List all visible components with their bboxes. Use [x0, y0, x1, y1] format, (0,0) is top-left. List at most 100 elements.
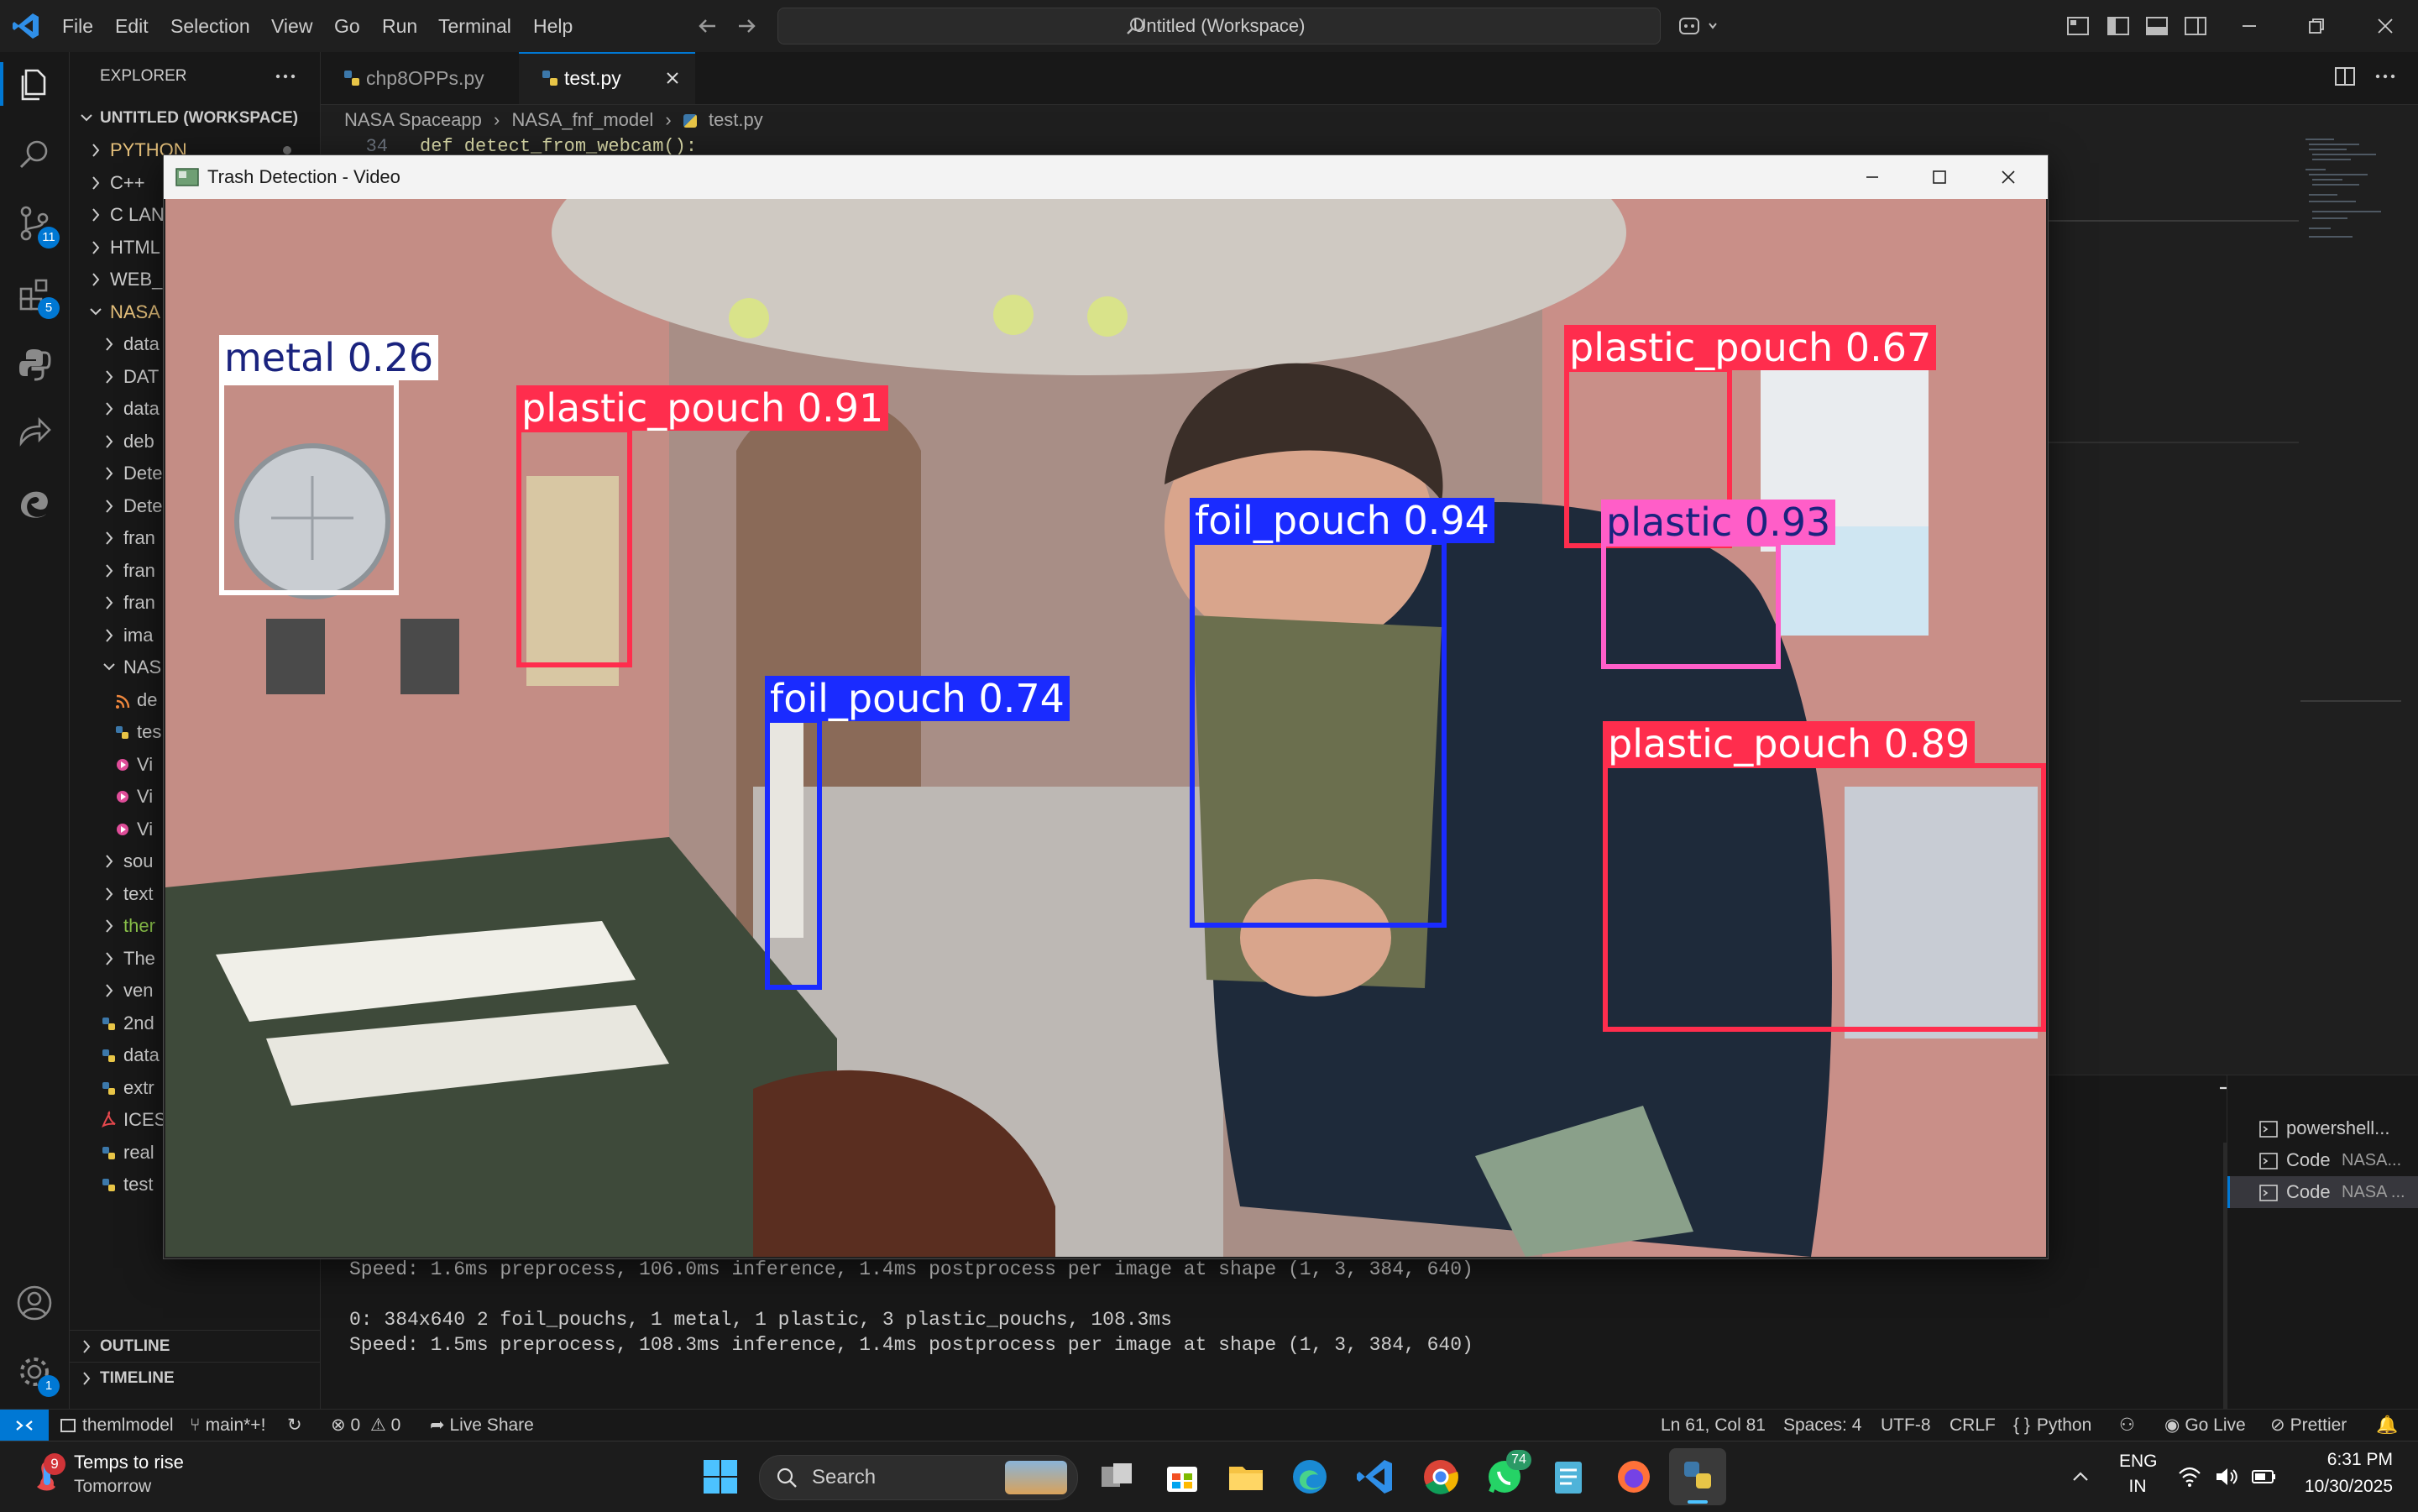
braces-icon: { } — [2013, 1415, 2030, 1435]
menu-terminal[interactable]: Terminal — [438, 0, 511, 52]
copilot-status-icon[interactable]: ⚇ — [2119, 1410, 2135, 1441]
menu-view[interactable]: View — [271, 0, 312, 52]
live-share-icon[interactable] — [14, 413, 55, 453]
restore-icon[interactable] — [2304, 13, 2329, 39]
input-language[interactable]: ENG — [2119, 1452, 2158, 1472]
minimize-icon[interactable] — [1860, 165, 1885, 190]
file-explorer-icon[interactable] — [1224, 1455, 1268, 1499]
split-editor-icon[interactable] — [2332, 64, 2358, 89]
layout-customize-icon[interactable] — [2065, 13, 2091, 39]
breadcrumb-item[interactable]: test.py — [709, 109, 763, 130]
firefox-icon[interactable] — [1612, 1455, 1656, 1499]
edge-devtools-icon[interactable] — [14, 484, 55, 524]
maximize-icon[interactable] — [1927, 165, 1952, 190]
chevron-right-icon — [78, 1363, 95, 1394]
source-control-icon[interactable]: 11 — [14, 203, 60, 249]
menu-run[interactable]: Run — [382, 0, 417, 52]
language-mode[interactable]: { } Python — [2013, 1410, 2091, 1441]
battery-icon[interactable] — [2250, 1463, 2277, 1490]
minimize-icon[interactable] — [2237, 13, 2262, 39]
taskbar-search-box[interactable]: Search — [759, 1455, 1078, 1500]
notepad-icon[interactable] — [1547, 1455, 1590, 1499]
file-tree-item-label: fran — [123, 592, 155, 613]
terminal-session[interactable]: Code NASA... — [2227, 1144, 2418, 1176]
notifications-bell-icon[interactable]: 🔔 — [2376, 1410, 2398, 1441]
encoding[interactable]: UTF-8 — [1881, 1410, 1931, 1441]
extensions-icon[interactable]: 5 — [14, 274, 60, 319]
tab-chp8opps[interactable]: chp8OPPs.py — [321, 52, 520, 104]
volume-icon[interactable] — [2213, 1463, 2240, 1490]
toggle-primary-sidebar-icon[interactable] — [2106, 13, 2131, 39]
breadcrumb-item[interactable]: NASA Spaceapp — [344, 109, 482, 130]
edge-browser-icon[interactable] — [1288, 1455, 1332, 1499]
close-tab-icon[interactable] — [662, 67, 683, 89]
menu-selection[interactable]: Selection — [170, 0, 250, 52]
trash-detection-video-window[interactable]: Trash Detection - Video metal 0.26 plast… — [163, 154, 2049, 1259]
toggle-secondary-sidebar-icon[interactable] — [2183, 13, 2208, 39]
cursor-position[interactable]: Ln 61, Col 81 — [1661, 1410, 1766, 1441]
vscode-logo-icon[interactable] — [12, 12, 40, 40]
go-live[interactable]: ◉ Go Live — [2164, 1410, 2246, 1441]
remote-indicator[interactable] — [0, 1410, 49, 1441]
breadcrumb-item[interactable]: NASA_fnf_model — [511, 109, 653, 130]
account-icon[interactable] — [14, 1283, 55, 1323]
remote-name[interactable]: themlmodel — [60, 1410, 174, 1441]
editor-more-icon[interactable] — [2373, 64, 2398, 89]
minimap[interactable] — [2300, 136, 2401, 254]
search-icon[interactable] — [14, 134, 55, 175]
python-file-icon — [113, 716, 132, 748]
wifi-icon[interactable] — [2176, 1463, 2203, 1490]
forward-arrow-icon[interactable] — [734, 13, 759, 39]
terminal-session-active[interactable]: Code NASA ... — [2227, 1176, 2418, 1208]
chrome-icon[interactable] — [1419, 1455, 1463, 1499]
terminal-session[interactable]: powershell... — [2227, 1112, 2418, 1144]
tab-label: chp8OPPs.py — [366, 67, 484, 89]
problems-indicator[interactable]: ⊗ 0 ⚠ 0 — [331, 1410, 400, 1441]
timeline-section[interactable]: TIMELINE — [70, 1362, 320, 1394]
vscode-taskbar-icon[interactable] — [1353, 1455, 1397, 1499]
extensions-badge: 5 — [38, 297, 60, 319]
workspace-header[interactable]: UNTITLED (WORKSPACE) — [70, 102, 320, 134]
tab-test-py[interactable]: test.py — [519, 52, 695, 104]
outline-section[interactable]: OUTLINE — [70, 1330, 320, 1363]
whatsapp-icon[interactable]: 74 — [1483, 1450, 1531, 1499]
toggle-panel-icon[interactable] — [2144, 13, 2169, 39]
terminal-line: Speed: 1.5ms preprocess, 108.3ms inferen… — [349, 1334, 1473, 1356]
close-window-icon[interactable] — [1996, 165, 2021, 190]
menu-file[interactable]: File — [62, 0, 93, 52]
live-share-icon: ➦ — [430, 1415, 445, 1435]
task-view-icon[interactable] — [1095, 1455, 1138, 1499]
weather-title[interactable]: Temps to rise — [74, 1452, 184, 1473]
detection-label-plastic: plastic 0.93 — [1601, 500, 1836, 545]
active-indicator — [0, 62, 3, 106]
python-icon[interactable] — [14, 344, 55, 385]
detection-label-foil-pouch: foil_pouch 0.94 — [1190, 498, 1494, 543]
clock-time[interactable]: 6:31 PM — [2284, 1450, 2393, 1470]
live-share-status[interactable]: ➦ Live Share — [430, 1410, 534, 1441]
manage-gear-icon[interactable]: 1 — [14, 1352, 60, 1397]
copilot-icon[interactable] — [1677, 12, 1721, 40]
explorer-icon[interactable] — [14, 64, 55, 104]
back-arrow-icon[interactable] — [695, 13, 720, 39]
microsoft-store-icon[interactable] — [1160, 1455, 1204, 1499]
line-endings[interactable]: CRLF — [1950, 1410, 1996, 1441]
video-window-titlebar[interactable]: Trash Detection - Video — [164, 155, 2048, 199]
file-tree-item-label: ven — [123, 980, 154, 1001]
close-window-icon[interactable] — [2373, 13, 2398, 39]
indentation[interactable]: Spaces: 4 — [1783, 1410, 1861, 1441]
command-center[interactable]: Untitled (Workspace) — [777, 8, 1661, 44]
start-button-icon[interactable] — [699, 1455, 742, 1499]
prettier-status[interactable]: ⊘ Prettier — [2270, 1410, 2347, 1441]
file-tree-item-label: C++ — [110, 171, 145, 193]
menu-edit[interactable]: Edit — [115, 0, 149, 52]
chevron-up-icon[interactable] — [2067, 1463, 2094, 1490]
chevron-right-icon — [100, 426, 118, 458]
sync-icon[interactable]: ↻ — [287, 1410, 302, 1441]
python-app-active[interactable] — [1669, 1448, 1726, 1505]
git-branch[interactable]: ⑂ main*+! — [190, 1410, 265, 1441]
weather-widget-icon[interactable]: 9 — [25, 1453, 69, 1499]
menu-go[interactable]: Go — [334, 0, 360, 52]
menu-help[interactable]: Help — [533, 0, 573, 52]
python-taskbar-icon — [1677, 1455, 1718, 1495]
more-actions-icon[interactable] — [273, 64, 298, 89]
